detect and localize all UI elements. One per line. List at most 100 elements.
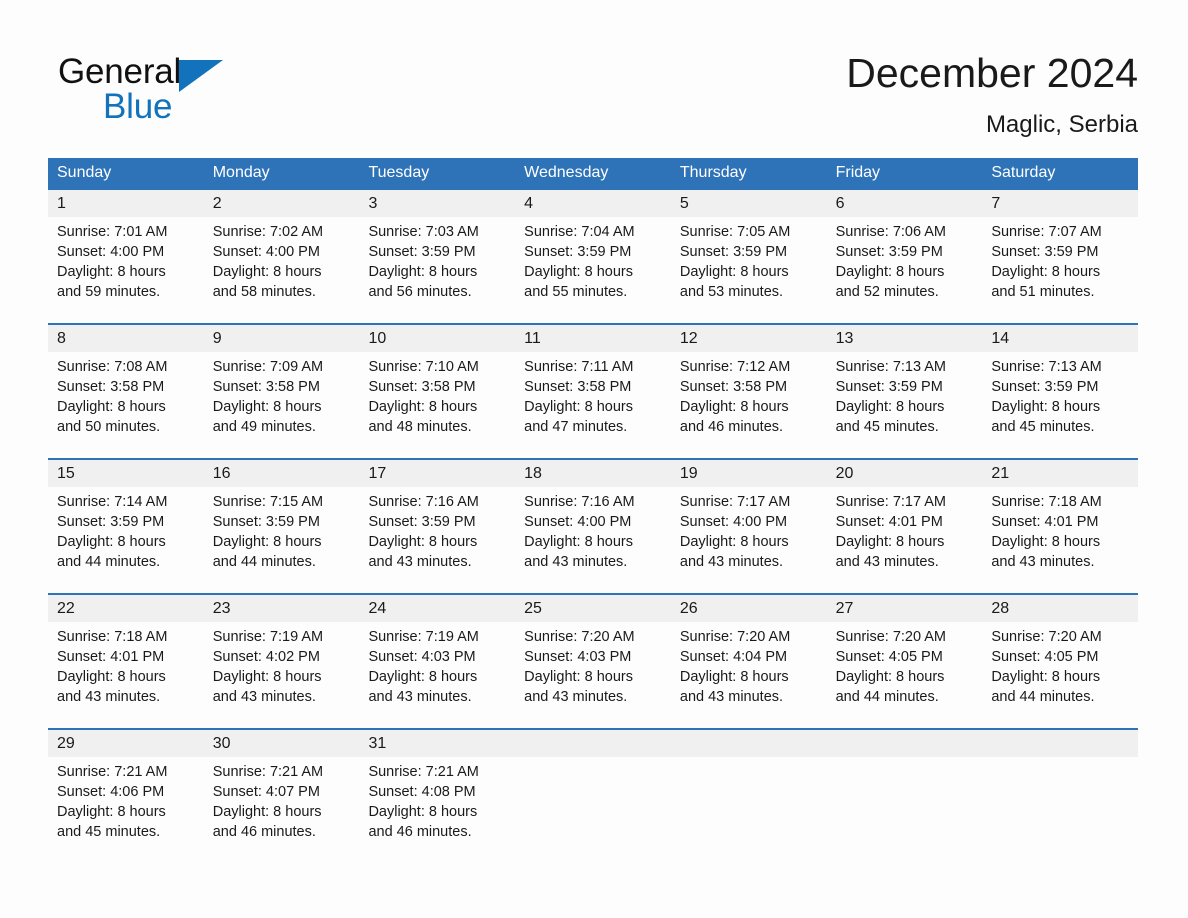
daylight-text-line2: and 43 minutes.: [679, 689, 784, 705]
sunset-text: Sunset: 4:01 PM: [57, 649, 165, 665]
day-number[interactable]: 10: [359, 325, 515, 352]
day-number[interactable]: 7: [982, 190, 1138, 217]
daylight-text-line2: and 59 minutes.: [57, 284, 161, 300]
weekday-header-sunday: Sunday: [57, 164, 112, 181]
day-number[interactable]: 24: [359, 595, 515, 622]
day-number[interactable]: 16: [204, 460, 360, 487]
daylight-text-line2: and 44 minutes.: [835, 689, 939, 705]
week-daynumber-band: 15 16 17 18 19 20 21: [48, 460, 1138, 487]
daylight-text-line2: and 51 minutes.: [991, 284, 1095, 300]
day-number[interactable]: 4: [515, 190, 671, 217]
day-number[interactable]: 28: [982, 595, 1138, 622]
daylight-text-line1: Daylight: 8 hours: [368, 669, 478, 685]
day-cell: Sunrise: 7:16 AM Sunset: 4:00 PM Dayligh…: [515, 487, 671, 593]
week-row: 8 9 10 11 12 13 14 Sunrise: 7:08 AM Suns…: [48, 323, 1138, 458]
daylight-text-line1: Daylight: 8 hours: [524, 534, 633, 550]
logo-text-general: General: [58, 52, 182, 91]
day-number-empty: [671, 730, 827, 757]
day-number[interactable]: 21: [982, 460, 1138, 487]
daylight-text-line1: Daylight: 8 hours: [991, 264, 1101, 280]
sunrise-text: Sunrise: 7:05 AM: [679, 224, 791, 240]
daylight-text-line1: Daylight: 8 hours: [524, 399, 633, 415]
location-subtitle: Maglic, Serbia: [985, 111, 1138, 138]
sunrise-text: Sunrise: 7:17 AM: [835, 494, 947, 510]
week-detail-band: Sunrise: 7:18 AM Sunset: 4:01 PM Dayligh…: [48, 622, 1138, 728]
daylight-text-line2: and 49 minutes.: [212, 419, 316, 435]
sunset-text: Sunset: 4:02 PM: [212, 649, 320, 665]
day-cell: Sunrise: 7:06 AM Sunset: 3:59 PM Dayligh…: [827, 217, 983, 323]
daylight-text-line1: Daylight: 8 hours: [212, 804, 322, 820]
day-number[interactable]: 11: [515, 325, 671, 352]
day-number[interactable]: 8: [48, 325, 204, 352]
week-row: 15 16 17 18 19 20 21 Sunrise: 7:14 AM Su…: [48, 458, 1138, 593]
daylight-text-line2: and 45 minutes.: [991, 419, 1095, 435]
week-daynumber-band: 1 2 3 4 5 6 7: [48, 190, 1138, 217]
sunrise-text: Sunrise: 7:13 AM: [991, 359, 1102, 375]
daylight-text-line1: Daylight: 8 hours: [991, 669, 1101, 685]
daylight-text-line2: and 44 minutes.: [57, 554, 161, 570]
daylight-text-line2: and 46 minutes.: [212, 824, 316, 840]
sunrise-text: Sunrise: 7:01 AM: [57, 224, 168, 240]
sunrise-text: Sunrise: 7:19 AM: [212, 629, 324, 645]
daylight-text-line1: Daylight: 8 hours: [368, 264, 478, 280]
day-number[interactable]: 31: [359, 730, 515, 757]
sunrise-text: Sunrise: 7:15 AM: [212, 494, 324, 510]
page-header: General Blue December 2024 Maglic, Serbi…: [0, 0, 1188, 150]
daylight-text-line2: and 43 minutes.: [679, 554, 784, 570]
day-number[interactable]: 17: [359, 460, 515, 487]
day-number[interactable]: 5: [671, 190, 827, 217]
day-number[interactable]: 6: [827, 190, 983, 217]
day-number[interactable]: 27: [827, 595, 983, 622]
day-cell: Sunrise: 7:02 AM Sunset: 4:00 PM Dayligh…: [204, 217, 360, 323]
daylight-text-line2: and 58 minutes.: [212, 284, 316, 300]
day-number[interactable]: 15: [48, 460, 204, 487]
triangle-right-icon: [179, 59, 224, 92]
daylight-text-line1: Daylight: 8 hours: [835, 669, 945, 685]
day-number[interactable]: 25: [515, 595, 671, 622]
daylight-text-line1: Daylight: 8 hours: [57, 399, 166, 415]
daylight-text-line2: and 55 minutes.: [524, 284, 628, 300]
daylight-text-line1: Daylight: 8 hours: [368, 399, 478, 415]
day-number[interactable]: 19: [671, 460, 827, 487]
sunset-text: Sunset: 3:58 PM: [57, 379, 165, 395]
daylight-text-line1: Daylight: 8 hours: [991, 399, 1101, 415]
sunrise-text: Sunrise: 7:21 AM: [57, 764, 168, 780]
day-number[interactable]: 13: [827, 325, 983, 352]
day-number[interactable]: 3: [359, 190, 515, 217]
day-number[interactable]: 26: [671, 595, 827, 622]
sunrise-text: Sunrise: 7:18 AM: [57, 629, 168, 645]
day-number[interactable]: 20: [827, 460, 983, 487]
day-number[interactable]: 12: [671, 325, 827, 352]
weekday-header-friday: Friday: [835, 164, 881, 181]
day-number[interactable]: 2: [204, 190, 360, 217]
generalblue-logo[interactable]: General Blue: [58, 52, 288, 128]
logo-top-row: General: [58, 52, 288, 92]
week-daynumber-band: 8 9 10 11 12 13 14: [48, 325, 1138, 352]
week-detail-band: Sunrise: 7:01 AM Sunset: 4:00 PM Dayligh…: [48, 217, 1138, 323]
daylight-text-line2: and 46 minutes.: [368, 824, 472, 840]
day-number[interactable]: 1: [48, 190, 204, 217]
sunset-text: Sunset: 3:59 PM: [368, 244, 476, 260]
daylight-text-line1: Daylight: 8 hours: [991, 534, 1101, 550]
day-cell: Sunrise: 7:13 AM Sunset: 3:59 PM Dayligh…: [827, 352, 983, 458]
day-number[interactable]: 9: [204, 325, 360, 352]
day-number[interactable]: 22: [48, 595, 204, 622]
sunrise-text: Sunrise: 7:20 AM: [835, 629, 947, 645]
day-cell: Sunrise: 7:05 AM Sunset: 3:59 PM Dayligh…: [671, 217, 827, 323]
day-number[interactable]: 23: [204, 595, 360, 622]
sunrise-text: Sunrise: 7:10 AM: [368, 359, 479, 375]
logo-bottom-row: Blue: [58, 89, 288, 125]
sunset-text: Sunset: 3:59 PM: [368, 514, 476, 530]
day-cell-empty: [515, 757, 671, 863]
daylight-text-line1: Daylight: 8 hours: [57, 264, 166, 280]
day-number[interactable]: 14: [982, 325, 1138, 352]
daylight-text-line1: Daylight: 8 hours: [679, 669, 789, 685]
daylight-text-line1: Daylight: 8 hours: [524, 264, 633, 280]
day-number[interactable]: 30: [204, 730, 360, 757]
day-number[interactable]: 29: [48, 730, 204, 757]
sunset-text: Sunset: 3:59 PM: [524, 244, 632, 260]
sunrise-text: Sunrise: 7:16 AM: [368, 494, 479, 510]
day-number[interactable]: 18: [515, 460, 671, 487]
sunrise-text: Sunrise: 7:04 AM: [524, 224, 635, 240]
sunset-text: Sunset: 4:03 PM: [368, 649, 476, 665]
